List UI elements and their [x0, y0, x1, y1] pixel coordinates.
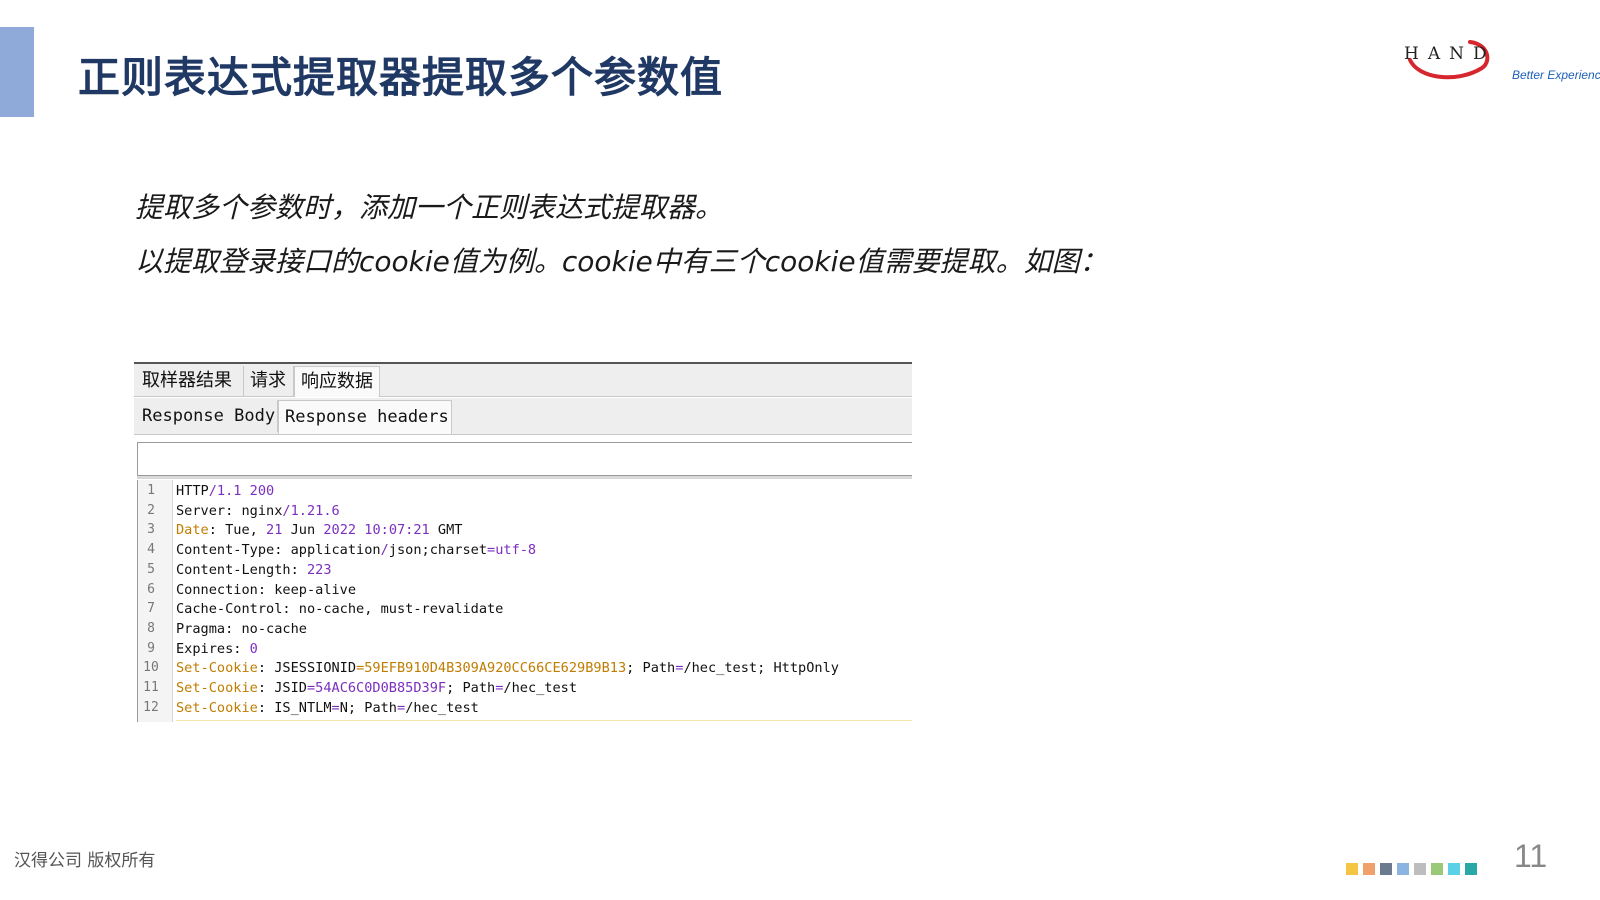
line-number: 6: [147, 581, 155, 597]
line-number: 11: [143, 680, 159, 695]
line-content: Set-Cookie: IS_NTLM=N; Path=/hec_test: [176, 698, 479, 718]
hand-logo: HAND Better Experience: [1396, 34, 1600, 94]
line-number: 4: [147, 542, 155, 558]
footer-color-dot: [1346, 863, 1358, 875]
code-token: /1.1 200: [208, 483, 275, 499]
line-content: Expires: 0: [176, 639, 258, 659]
code-token: =: [331, 699, 340, 716]
response-headers-text-area[interactable]: 1 HTTP/1.1 200 2 Server: nginx/1.21.6 3 Date:…: [137, 480, 912, 722]
code-token: Server: nginx: [176, 502, 283, 519]
search-field-shadow: [137, 476, 912, 479]
line-number: 7: [147, 601, 155, 617]
line-content: Content-Length: 223: [176, 560, 332, 580]
code-token: =utf-8: [487, 542, 537, 559]
body-text-line-2: 以提取登录接口的cookie值为例。cookie中有三个cookie值需要提取。…: [135, 245, 1108, 278]
code-token: ; Path: [446, 680, 496, 696]
line-number: 9: [147, 640, 155, 656]
footer-color-dot: [1414, 863, 1426, 875]
line-number: 5: [147, 561, 155, 577]
logo-tagline: Better Experience: [1512, 68, 1600, 82]
code-token: Content-Type: application: [176, 542, 381, 559]
code-token: : JSESSIONID: [257, 660, 357, 677]
search-field[interactable]: [137, 442, 912, 476]
code-token: Content-Length:: [176, 561, 307, 578]
line-number: 1: [147, 483, 155, 498]
code-token: 21: [266, 522, 283, 539]
logo-swoosh-icon: [1408, 40, 1490, 80]
code-token: 0: [249, 640, 258, 657]
line-content: Pragma: no-cache: [176, 619, 307, 639]
code-token: Set-Cookie: [176, 699, 258, 716]
footer-color-dot: [1465, 863, 1477, 875]
tab-request[interactable]: 请求: [244, 366, 294, 396]
footer-copyright: 汉得公司 版权所有: [14, 851, 156, 871]
code-token: Pragma: no-cache: [176, 620, 307, 637]
tab-sampler-result[interactable]: 取样器结果: [136, 366, 244, 396]
line-number: 2: [147, 502, 155, 518]
slide-title: 正则表达式提取器提取多个参数值: [78, 53, 724, 102]
code-token: =: [397, 699, 406, 716]
tab-response-data[interactable]: 响应数据: [294, 366, 380, 397]
footer-color-dot: [1380, 863, 1392, 875]
code-token: /hec_test; HttpOnly: [683, 660, 839, 677]
tab-response-body[interactable]: Response Body: [136, 400, 278, 432]
line-number: 8: [147, 620, 155, 636]
response-subtab-bar: Response Body Response headers: [134, 398, 912, 435]
code-token: ; Path: [626, 660, 676, 677]
line-content: Set-Cookie: JSESSIONID=59EFB910D4B309A92…: [176, 658, 839, 678]
code-token: : Tue,: [208, 522, 267, 539]
code-token: Expires:: [176, 640, 250, 657]
current-line-underline: [176, 720, 912, 721]
code-token: Jun: [282, 522, 324, 539]
line-content: HTTP/1.1 200: [176, 481, 274, 501]
line-content: Set-Cookie: JSID=54AC6C0D0B85D39F; Path=…: [176, 678, 577, 698]
footer-color-dot: [1431, 863, 1443, 875]
tab-response-headers[interactable]: Response headers: [278, 400, 452, 434]
page-number: 11: [1514, 838, 1548, 874]
title-accent-bar: [0, 27, 34, 117]
code-token: /hec_test: [405, 699, 479, 716]
line-content: Cache-Control: no-cache, must-revalidate: [176, 599, 503, 619]
body-text-line-1: 提取多个参数时，添加一个正则表达式提取器。: [135, 191, 724, 224]
logo-brand-text: HAND: [1404, 44, 1496, 64]
code-token: =54AC6C0D0B85D39F: [306, 680, 447, 696]
result-viewer-screenshot: 取样器结果 请求 响应数据 Response Body Response hea…: [134, 362, 912, 722]
code-token: : IS_NTLM: [257, 699, 332, 716]
code-token: : JSID: [257, 680, 307, 696]
footer-color-dot: [1397, 863, 1409, 875]
code-token: 2022 10:07:21: [323, 522, 430, 539]
code-token: /: [380, 542, 389, 559]
line-number: 3: [147, 522, 155, 538]
code-token: GMT: [429, 522, 463, 539]
code-token: HTTP: [176, 483, 209, 499]
line-content: Server: nginx/1.21.6: [176, 501, 340, 521]
code-token: Connection: keep-alive: [176, 581, 357, 598]
code-token: Date: [176, 522, 209, 539]
result-tab-bar: 取样器结果 请求 响应数据: [134, 364, 912, 397]
code-token: /hec_test: [503, 680, 578, 696]
code-token: Set-Cookie: [176, 680, 258, 696]
code-token: Cache-Control: no-cache, must-revalidate: [176, 601, 504, 618]
line-number: 10: [143, 660, 159, 676]
code-token: json;charset: [388, 542, 488, 559]
line-content: Date: Tue, 21 Jun 2022 10:07:21 GMT: [176, 520, 463, 540]
line-number: 12: [143, 699, 159, 715]
line-content: Content-Type: application/json;charset=u…: [176, 540, 536, 560]
code-token: 223: [306, 561, 332, 578]
line-content: Connection: keep-alive: [176, 580, 356, 600]
code-token: N; Path: [339, 699, 397, 716]
footer-color-dot: [1448, 863, 1460, 875]
code-token: Set-Cookie: [176, 660, 258, 677]
footer-color-dot: [1363, 863, 1375, 875]
code-token: /1.21.6: [282, 502, 340, 519]
code-token: =59EFB910D4B309A920CC66CE629B9B13: [356, 660, 627, 677]
